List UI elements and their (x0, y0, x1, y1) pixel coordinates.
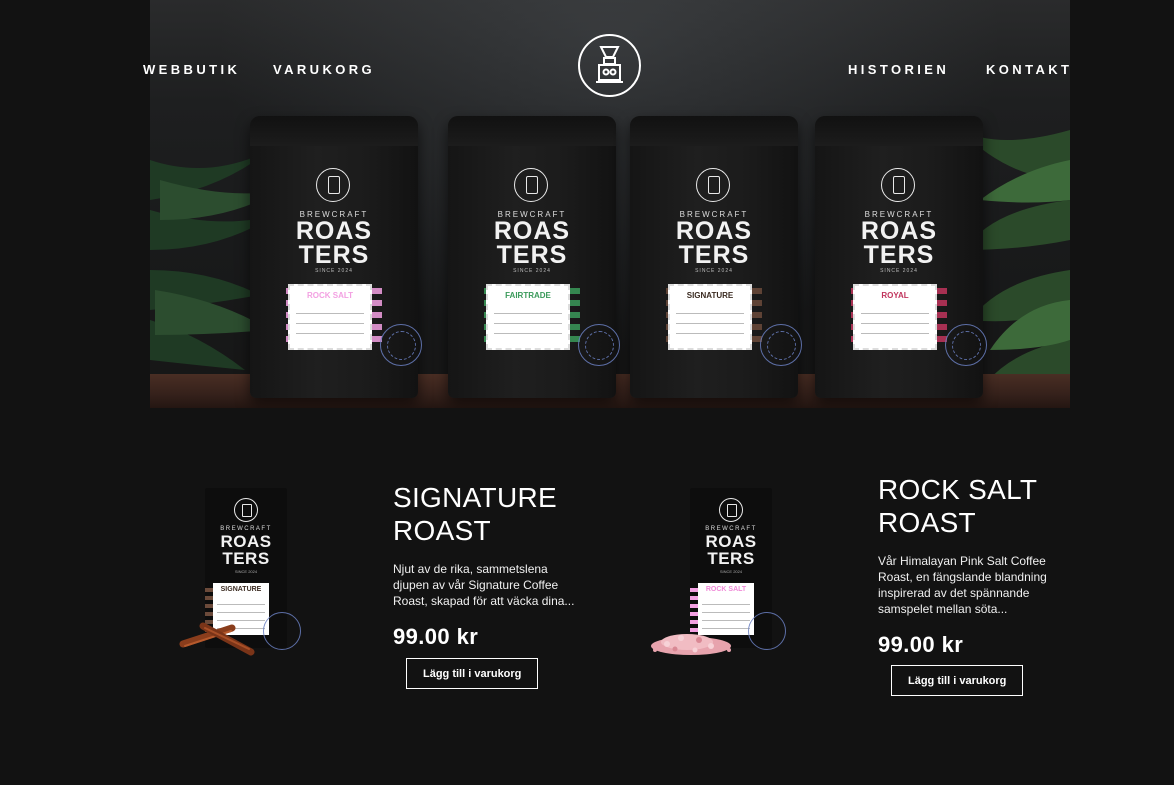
roasted-stamp-icon (263, 612, 301, 650)
cinnamon-sticks-icon (179, 622, 255, 656)
add-to-cart-button[interactable]: Lägg till i varukorg (891, 665, 1024, 696)
bag-brand-line2: TERS (707, 549, 755, 568)
product-title[interactable]: ROCK SALT ROAST (878, 473, 1037, 539)
bag-label: FAIRTRADE (486, 284, 570, 350)
hero-bag-royal: BREWCRAFT ROAS TERS SINCE 2024 ROYAL (815, 116, 987, 398)
bag-since: SINCE 2024 (719, 569, 743, 574)
bag-label-rows (676, 304, 744, 343)
roasted-stamp-icon (578, 324, 620, 366)
bag-since: SINCE 2024 (315, 268, 353, 274)
bag-since: SINCE 2024 (695, 268, 733, 274)
product-description: Vår Himalayan Pink Salt Coffee Roast, en… (878, 554, 1047, 616)
bag-label: ROYAL (853, 284, 937, 350)
product-price: 99.00 kr (393, 624, 479, 649)
roasted-stamp-icon (380, 324, 422, 366)
bag-since: SINCE 2024 (234, 569, 258, 574)
add-to-cart-button[interactable]: Lägg till i varukorg (406, 658, 539, 689)
bag-label-name: FAIRTRADE (505, 291, 551, 300)
bag-top (630, 116, 798, 146)
product-title-line1: ROCK SALT (878, 474, 1038, 505)
roasted-stamp-icon (748, 612, 786, 650)
bag-brand-line1: ROAS (220, 532, 272, 551)
product-image-rock-salt[interactable]: BREWCRAFT ROAS TERS SINCE 2024 ROCK SALT (645, 486, 790, 666)
bag-brand-line2: TERS (863, 241, 935, 269)
brewer-icon (719, 498, 743, 522)
brewer-icon (696, 168, 730, 202)
nav-link-kontakt[interactable]: KONTAKT (986, 62, 1072, 77)
bag-label-name: SIGNATURE (686, 291, 734, 300)
bag-label-name: ROCK SALT (306, 291, 354, 300)
bag-brand-line2: TERS (222, 549, 270, 568)
hero-bag-signature: BREWCRAFT ROAS TERS SINCE 2024 SIGNATURE (630, 116, 802, 398)
nav-link-varukorg[interactable]: VARUKORG (273, 62, 375, 77)
brewer-icon (234, 498, 258, 522)
brewer-icon (316, 168, 350, 202)
bag-label-rows (494, 304, 562, 343)
roasted-stamp-icon (760, 324, 802, 366)
bag-brand-line2: TERS (496, 241, 568, 269)
product-title-line1: SIGNATURE (393, 482, 557, 513)
coffee-brewer-logo-icon[interactable] (578, 34, 641, 97)
nav-link-historien[interactable]: HISTORIEN (848, 62, 949, 77)
product-description: Njut av de rika, sammetslena djupen av v… (393, 562, 575, 608)
bag-top (448, 116, 616, 146)
brewer-icon (881, 168, 915, 202)
bag-label: SIGNATURE (668, 284, 752, 350)
bag-top (815, 116, 983, 146)
roasted-stamp-icon (945, 324, 987, 366)
bag-brand-line2: TERS (298, 241, 370, 269)
product-title-line2: ROAST (393, 515, 491, 546)
bag-since: SINCE 2024 (880, 268, 918, 274)
bag-since: SINCE 2024 (513, 268, 551, 274)
bag-label-name: ROCK SALT (705, 586, 747, 593)
hero-bag-rock-salt: BREWCRAFT ROAS TERS SINCE 2024 ROCK SALT (250, 116, 422, 398)
bag-label: ROCK SALT (288, 284, 372, 350)
bag-brand-line2: TERS (678, 241, 750, 269)
bag-label-rows (296, 304, 364, 343)
logo-svg (596, 46, 623, 83)
bag-brand-line1: ROAS (705, 532, 757, 551)
bag-label-name: SIGNATURE (220, 586, 262, 593)
product-bag: BREWCRAFT ROAS TERS SINCE 2024 ROCK SALT (690, 488, 786, 650)
product-price: 99.00 kr (878, 632, 964, 657)
bag-label-rows (861, 304, 929, 343)
bag-label-name: ROYAL (881, 291, 909, 300)
nav-link-webbutik[interactable]: WEBBUTIK (143, 62, 240, 77)
brewer-icon (514, 168, 548, 202)
hero-bag-fairtrade: BREWCRAFT ROAS TERS SINCE 2024 FAIRTRADE (448, 116, 620, 398)
product-title-line2: ROAST (878, 507, 976, 538)
bag-top (250, 116, 418, 146)
pink-salt-crystals-icon (651, 634, 731, 655)
product-title[interactable]: SIGNATURE ROAST (393, 481, 557, 547)
product-image-signature[interactable]: BREWCRAFT ROAS TERS SINCE 2024 SIGNATURE (175, 486, 310, 666)
